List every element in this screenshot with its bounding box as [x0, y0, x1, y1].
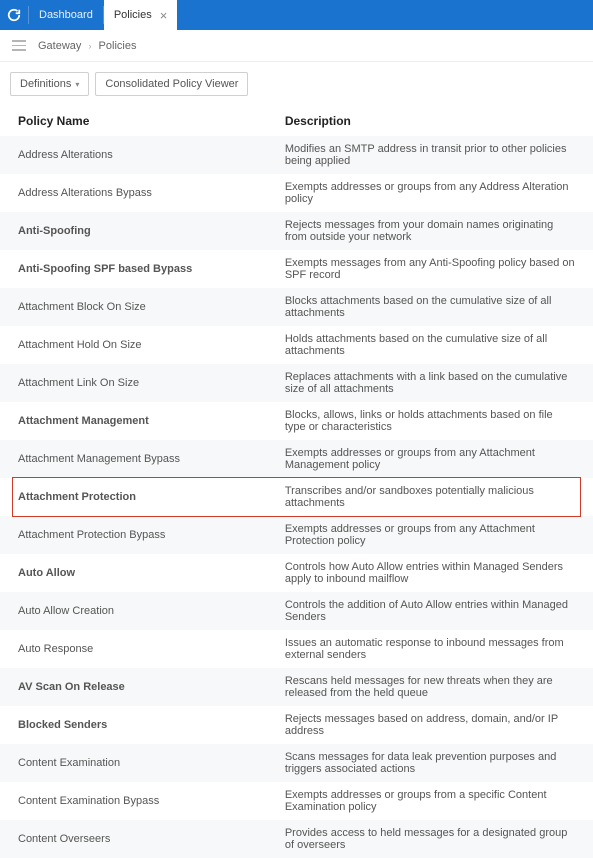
policy-name-cell: Anti-Spoofing	[0, 212, 267, 250]
consolidated-viewer-button[interactable]: Consolidated Policy Viewer	[95, 72, 248, 96]
table-row[interactable]: Address Alterations BypassExempts addres…	[0, 174, 593, 212]
policy-desc-cell: Replaces attachments with a link based o…	[267, 364, 593, 402]
breadcrumb-part[interactable]: Gateway	[38, 40, 81, 52]
policy-desc-cell: Exempts messages from any Anti-Spoofing …	[267, 250, 593, 288]
table-row[interactable]: Auto Allow CreationControls the addition…	[0, 592, 593, 630]
tab-label: Policies	[114, 9, 152, 21]
button-label: Definitions	[20, 78, 71, 90]
topbar: Dashboard Policies ×	[0, 0, 593, 30]
policy-desc-cell: Blocks attachments based on the cumulati…	[267, 288, 593, 326]
policy-name-cell: Auto Response	[0, 630, 267, 668]
table-header-row: Policy Name Description	[0, 104, 593, 136]
breadcrumb-part[interactable]: Policies	[99, 40, 137, 52]
policy-desc-cell: Controls the addition of Auto Allow entr…	[267, 592, 593, 630]
policy-table: Policy Name Description Address Alterati…	[0, 104, 593, 858]
policy-desc-cell: Holds attachments based on the cumulativ…	[267, 326, 593, 364]
table-row[interactable]: Attachment Block On SizeBlocks attachmen…	[0, 288, 593, 326]
menu-icon[interactable]	[10, 40, 28, 51]
table-row[interactable]: Anti-Spoofing SPF based BypassExempts me…	[0, 250, 593, 288]
policy-name-cell: Auto Allow Creation	[0, 592, 267, 630]
policy-name-cell: Attachment Hold On Size	[0, 326, 267, 364]
policy-name-cell: Attachment Block On Size	[0, 288, 267, 326]
policy-name-cell: Attachment Protection	[0, 478, 267, 516]
policy-desc-cell: Exempts addresses or groups from any Att…	[267, 516, 593, 554]
toolbar: Definitions ▾ Consolidated Policy Viewer	[0, 62, 593, 104]
table-row[interactable]: Content ExaminationScans messages for da…	[0, 744, 593, 782]
table-row[interactable]: Attachment Link On SizeReplaces attachme…	[0, 364, 593, 402]
policy-name-cell: Attachment Protection Bypass	[0, 516, 267, 554]
app-logo-icon[interactable]	[0, 0, 28, 30]
policy-desc-cell: Transcribes and/or sandboxes potentially…	[267, 478, 593, 516]
table-row[interactable]: AV Scan On ReleaseRescans held messages …	[0, 668, 593, 706]
table-row[interactable]: Attachment Management BypassExempts addr…	[0, 440, 593, 478]
table-row[interactable]: Auto ResponseIssues an automatic respons…	[0, 630, 593, 668]
policy-name-cell: Content Overseers	[0, 820, 267, 858]
policy-desc-cell: Rejects messages from your domain names …	[267, 212, 593, 250]
policy-desc-cell: Blocks, allows, links or holds attachmen…	[267, 402, 593, 440]
policy-desc-cell: Issues an automatic response to inbound …	[267, 630, 593, 668]
table-row[interactable]: Content Examination BypassExempts addres…	[0, 782, 593, 820]
policy-desc-cell: Modifies an SMTP address in transit prio…	[267, 136, 593, 174]
policy-name-cell: Anti-Spoofing SPF based Bypass	[0, 250, 267, 288]
policy-name-cell: Content Examination	[0, 744, 267, 782]
policy-name-cell: Address Alterations Bypass	[0, 174, 267, 212]
policy-table-wrap: Policy Name Description Address Alterati…	[0, 104, 593, 858]
policy-name-cell: AV Scan On Release	[0, 668, 267, 706]
table-row[interactable]: Attachment ProtectionTranscribes and/or …	[0, 478, 593, 516]
table-row[interactable]: Attachment ManagementBlocks, allows, lin…	[0, 402, 593, 440]
close-icon[interactable]: ×	[160, 9, 168, 22]
table-row[interactable]: Content OverseersProvides access to held…	[0, 820, 593, 858]
policy-desc-cell: Scans messages for data leak prevention …	[267, 744, 593, 782]
col-policy-name[interactable]: Policy Name	[0, 104, 267, 136]
policy-desc-cell: Exempts addresses or groups from a speci…	[267, 782, 593, 820]
breadcrumb: Gateway › Policies	[38, 40, 136, 52]
policy-desc-cell: Rescans held messages for new threats wh…	[267, 668, 593, 706]
policy-name-cell: Address Alterations	[0, 136, 267, 174]
table-row[interactable]: Address AlterationsModifies an SMTP addr…	[0, 136, 593, 174]
policy-name-cell: Blocked Senders	[0, 706, 267, 744]
tab-policies[interactable]: Policies ×	[104, 0, 178, 30]
breadcrumb-bar: Gateway › Policies	[0, 30, 593, 62]
tab-dashboard[interactable]: Dashboard	[29, 0, 103, 30]
policy-name-cell: Auto Allow	[0, 554, 267, 592]
policy-desc-cell: Controls how Auto Allow entries within M…	[267, 554, 593, 592]
policy-name-cell: Attachment Management	[0, 402, 267, 440]
table-row[interactable]: Blocked SendersRejects messages based on…	[0, 706, 593, 744]
tab-label: Dashboard	[39, 9, 93, 21]
policy-name-cell: Attachment Management Bypass	[0, 440, 267, 478]
policy-name-cell: Content Examination Bypass	[0, 782, 267, 820]
policy-desc-cell: Rejects messages based on address, domai…	[267, 706, 593, 744]
chevron-right-icon: ›	[88, 41, 91, 51]
policy-desc-cell: Exempts addresses or groups from any Add…	[267, 174, 593, 212]
col-description[interactable]: Description	[267, 104, 593, 136]
definitions-button[interactable]: Definitions ▾	[10, 72, 89, 96]
table-row[interactable]: Anti-SpoofingRejects messages from your …	[0, 212, 593, 250]
caret-down-icon: ▾	[75, 80, 79, 89]
table-row[interactable]: Attachment Protection BypassExempts addr…	[0, 516, 593, 554]
policy-name-cell: Attachment Link On Size	[0, 364, 267, 402]
table-row[interactable]: Attachment Hold On SizeHolds attachments…	[0, 326, 593, 364]
table-row[interactable]: Auto AllowControls how Auto Allow entrie…	[0, 554, 593, 592]
policy-desc-cell: Provides access to held messages for a d…	[267, 820, 593, 858]
policy-desc-cell: Exempts addresses or groups from any Att…	[267, 440, 593, 478]
button-label: Consolidated Policy Viewer	[105, 78, 238, 90]
